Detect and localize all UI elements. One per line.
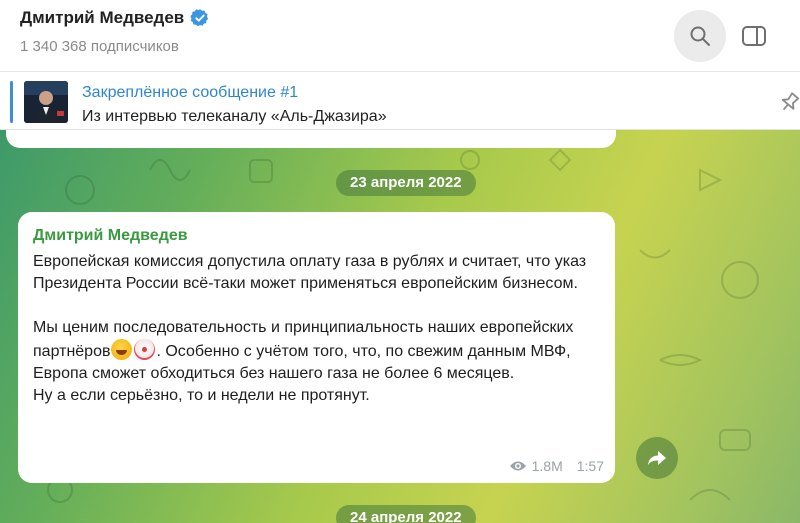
share-icon (648, 451, 666, 465)
view-count-value: 1.8M (531, 458, 563, 474)
message-bubble[interactable]: Дмитрий Медведев Европейская комиссия до… (18, 212, 615, 483)
chat-header: Дмитрий Медведев 1 340 368 подписчиков (0, 0, 800, 72)
verified-badge-icon (190, 9, 209, 27)
message-paragraph: Европейская комиссия допустила оплату га… (33, 253, 587, 292)
message-paragraph: Мы ценим последовательность и принципиал… (33, 317, 608, 385)
date-separator: 23 апреля 2022 (336, 170, 476, 196)
channel-name[interactable]: Дмитрий Медведев (20, 8, 184, 28)
side-panel-icon (742, 26, 766, 46)
previous-message-bubble (6, 130, 616, 148)
subscriber-count: 1 340 368 подписчиков (20, 38, 179, 55)
laughing-emoji-icon (111, 339, 133, 360)
message-time: 1:57 (576, 458, 604, 474)
pinned-thumbnail (24, 81, 68, 123)
share-button[interactable] (636, 437, 678, 479)
message-meta: 1.8M 1:57 (509, 458, 604, 474)
clown-emoji-icon (134, 339, 156, 360)
side-panel-button[interactable] (728, 10, 780, 62)
pinned-title: Закреплённое сообщение #1 (82, 84, 299, 101)
pinned-message-bar[interactable]: Закреплённое сообщение #1 Из интервью те… (0, 72, 800, 130)
message-paragraph: Ну а если серьёзно, то и недели не протя… (33, 387, 370, 404)
pinned-text: Из интервью телеканалу «Аль-Джазира» (82, 108, 387, 125)
pin-icon[interactable] (780, 92, 800, 114)
pinned-indicator (10, 81, 13, 123)
eye-icon (509, 461, 526, 471)
search-button[interactable] (674, 10, 726, 62)
channel-title[interactable]: Дмитрий Медведев (20, 8, 210, 28)
message-text: Европейская комиссия допустила оплату га… (33, 251, 608, 407)
date-separator: 24 апреля 2022 (336, 505, 476, 523)
message-sender[interactable]: Дмитрий Медведев (33, 227, 188, 245)
view-count: 1.8M (509, 458, 563, 474)
search-icon (690, 26, 710, 46)
chat-area[interactable]: 23 апреля 2022 Дмитрий Медведев Европейс… (0, 130, 800, 523)
